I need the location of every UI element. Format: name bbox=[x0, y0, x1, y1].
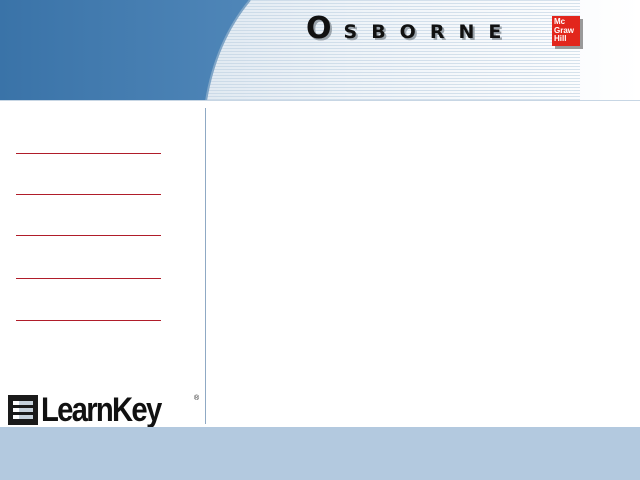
registered-mark: ® bbox=[194, 395, 200, 402]
sidebar-item-5[interactable] bbox=[16, 320, 161, 321]
footer-bar bbox=[0, 427, 640, 480]
sidebar-nav bbox=[0, 101, 205, 427]
learnkey-wordmark: LearnKey bbox=[41, 391, 162, 429]
mcgraw-line-3: Hill bbox=[554, 34, 567, 43]
sidebar-item-1[interactable] bbox=[16, 153, 161, 154]
header-banner: OSBORNE Mc Graw Hill bbox=[0, 0, 640, 101]
sidebar-item-3[interactable] bbox=[16, 235, 161, 236]
mcgraw-hill-logo: Mc Graw Hill bbox=[552, 16, 580, 46]
sidebar-divider bbox=[205, 108, 206, 424]
sidebar-item-2[interactable] bbox=[16, 194, 161, 195]
learnkey-icon bbox=[8, 395, 38, 425]
osborne-initial: O bbox=[306, 10, 344, 46]
main-content bbox=[207, 101, 640, 427]
sidebar-item-4[interactable] bbox=[16, 278, 161, 279]
osborne-rest: SBORNE bbox=[343, 20, 516, 43]
osborne-logo: OSBORNE bbox=[306, 11, 516, 46]
